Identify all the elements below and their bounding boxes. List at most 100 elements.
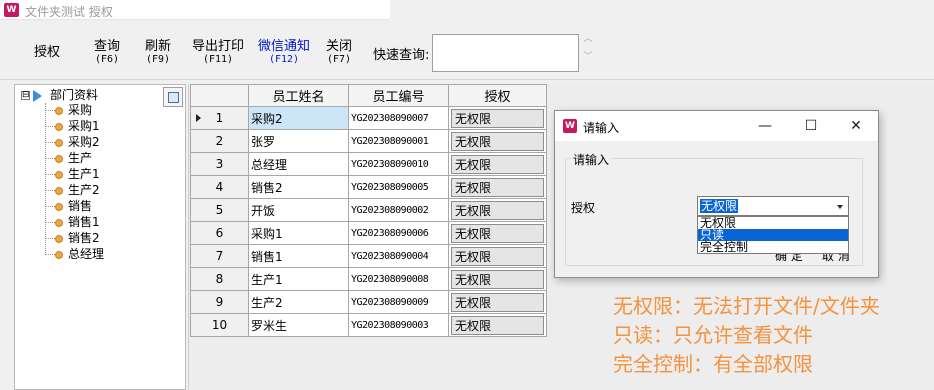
permission-cell[interactable]: 无权限 [448, 129, 547, 153]
wechat-notify-button[interactable]: 微信通知 (F12) [258, 40, 310, 66]
tree-item-4[interactable]: 生产1 [45, 166, 100, 182]
close-button[interactable]: 关闭 (F7) [326, 40, 352, 66]
refresh-button-shortcut: (F9) [145, 54, 171, 65]
refresh-button-label: 刷新 [145, 39, 172, 54]
close-icon[interactable]: ✕ [846, 116, 866, 136]
app-icon: W [4, 3, 19, 17]
minimize-icon[interactable]: — [755, 116, 775, 136]
permission-cell[interactable]: 无权限 [448, 290, 547, 314]
dialog-title-bar[interactable]: W 请输入 — ☐ ✕ [555, 111, 878, 141]
tree-item-label: 采购1 [68, 119, 100, 133]
tree-item-label: 采购 [68, 103, 93, 117]
table-row[interactable]: 8 生产1 YG202308090008 无权限 [190, 267, 547, 291]
authorize-button-label: 授权 [34, 45, 61, 60]
table-row[interactable]: 9 生产2 YG202308090009 无权限 [190, 290, 547, 314]
quick-search-input[interactable] [432, 34, 579, 72]
query-button-shortcut: (F6) [94, 54, 120, 65]
dept-icon [55, 186, 63, 195]
employee-code-cell[interactable]: YG202308090001 [348, 129, 449, 153]
row-number: 10 [190, 313, 249, 337]
tree-item-6[interactable]: 销售 [45, 198, 92, 214]
tree-item-2[interactable]: 采购2 [45, 134, 100, 150]
annotation-full-control: 完全控制：有全部权限 [613, 352, 813, 376]
permission-cell[interactable]: 无权限 [448, 313, 547, 337]
input-dialog: W 请输入 — ☐ ✕ 请输入 授权 确 定 取 消 无权限 无权限 只读 完全… [554, 110, 879, 278]
query-button[interactable]: 查询 (F6) [94, 40, 120, 66]
tree-options-icon[interactable] [163, 87, 183, 107]
annotation-read-only: 只读：只允许查看文件 [613, 323, 813, 347]
table-row[interactable]: 4 销售2 YG202308090005 无权限 [190, 175, 547, 199]
tree-item-1[interactable]: 采购1 [45, 118, 100, 134]
table-row[interactable]: 1 采购2 YG202308090007 无权限 [190, 106, 547, 130]
table-row[interactable]: 5 开饭 YG202308090002 无权限 [190, 198, 547, 222]
tree-item-label: 生产2 [68, 183, 100, 197]
employee-name-cell[interactable]: 生产2 [248, 290, 349, 314]
table-row[interactable]: 2 张罗 YG202308090001 无权限 [190, 129, 547, 153]
dropdown-option[interactable]: 完全控制 [698, 241, 848, 253]
employee-name-cell[interactable]: 采购1 [248, 221, 349, 245]
chevron-down-icon[interactable] [837, 205, 843, 209]
tree-item-8[interactable]: 销售2 [45, 230, 100, 246]
row-number: 9 [190, 290, 249, 314]
dept-icon [55, 138, 63, 147]
table-row[interactable]: 3 总经理 YG202308090010 无权限 [190, 152, 547, 176]
dept-icon [55, 106, 63, 115]
employee-name-cell[interactable]: 销售2 [248, 175, 349, 199]
table-row[interactable]: 6 采购1 YG202308090006 无权限 [190, 221, 547, 245]
permission-cell[interactable]: 无权限 [448, 106, 547, 130]
permission-select[interactable]: 无权限 [697, 196, 849, 216]
table-row[interactable]: 10 罗米生 YG202308090003 无权限 [190, 313, 547, 337]
toolbar: 授权 查询 (F6) 刷新 (F9) 导出打印 (F11) 微信通知 (F12)… [0, 22, 934, 80]
tree-root-label: 部门资料 [50, 88, 99, 102]
column-header-permission[interactable]: 授权 [448, 84, 547, 107]
column-header-code[interactable]: 员工编号 [348, 84, 449, 107]
maximize-icon[interactable]: ☐ [801, 116, 821, 136]
employee-name-cell[interactable]: 总经理 [248, 152, 349, 176]
employee-name-cell[interactable]: 张罗 [248, 129, 349, 153]
employee-code-cell[interactable]: YG202308090007 [348, 106, 449, 130]
employee-name-cell[interactable]: 罗米生 [248, 313, 349, 337]
employee-name-cell[interactable]: 开饭 [248, 198, 349, 222]
employee-code-cell[interactable]: YG202308090009 [348, 290, 449, 314]
quick-search-label: 快速查询: [373, 48, 430, 63]
employee-name-cell[interactable]: 销售1 [248, 244, 349, 268]
quick-search-spinner[interactable]: ︿ ﹀ [582, 34, 594, 72]
employee-code-cell[interactable]: YG202308090002 [348, 198, 449, 222]
permission-cell[interactable]: 无权限 [448, 152, 547, 176]
dept-icon [55, 218, 63, 227]
window-title: 文件夹测试 授权 [25, 5, 113, 19]
employee-code-cell[interactable]: YG202308090005 [348, 175, 449, 199]
employee-name-cell[interactable]: 采购2 [248, 106, 349, 130]
row-number: 8 [190, 267, 249, 291]
permission-cell[interactable]: 无权限 [448, 267, 547, 291]
export-print-button[interactable]: 导出打印 (F11) [192, 40, 244, 66]
permission-cell[interactable]: 无权限 [448, 198, 547, 222]
employee-code-cell[interactable]: YG202308090010 [348, 152, 449, 176]
spin-up-icon[interactable]: ︿ [582, 34, 594, 44]
tree-item-3[interactable]: 生产 [45, 150, 92, 166]
permission-cell[interactable]: 无权限 [448, 221, 547, 245]
permission-cell[interactable]: 无权限 [448, 175, 547, 199]
tree-root[interactable]: ⊟ 部门资料 [21, 87, 98, 103]
employee-code-cell[interactable]: YG202308090004 [348, 244, 449, 268]
refresh-button[interactable]: 刷新 (F9) [145, 40, 171, 66]
dept-icon [55, 202, 63, 211]
query-button-label: 查询 [94, 39, 121, 54]
row-number: 5 [190, 198, 249, 222]
table-row[interactable]: 7 销售1 YG202308090004 无权限 [190, 244, 547, 268]
dialog-group-label: 请输入 [571, 151, 612, 168]
employee-code-cell[interactable]: YG202308090003 [348, 313, 449, 337]
tree-item-9[interactable]: 总经理 [45, 246, 104, 262]
tree-item-5[interactable]: 生产2 [45, 182, 100, 198]
authorize-button[interactable]: 授权 [34, 46, 60, 60]
collapse-icon[interactable]: ⊟ [21, 91, 30, 100]
employee-code-cell[interactable]: YG202308090006 [348, 221, 449, 245]
tree-item-7[interactable]: 销售1 [45, 214, 100, 230]
permission-field-label: 授权 [571, 201, 596, 215]
employee-code-cell[interactable]: YG202308090008 [348, 267, 449, 291]
tree-item-0[interactable]: 采购 [45, 102, 92, 118]
column-header-name[interactable]: 员工姓名 [248, 84, 349, 107]
permission-cell[interactable]: 无权限 [448, 244, 547, 268]
spin-down-icon[interactable]: ﹀ [582, 52, 594, 62]
employee-name-cell[interactable]: 生产1 [248, 267, 349, 291]
